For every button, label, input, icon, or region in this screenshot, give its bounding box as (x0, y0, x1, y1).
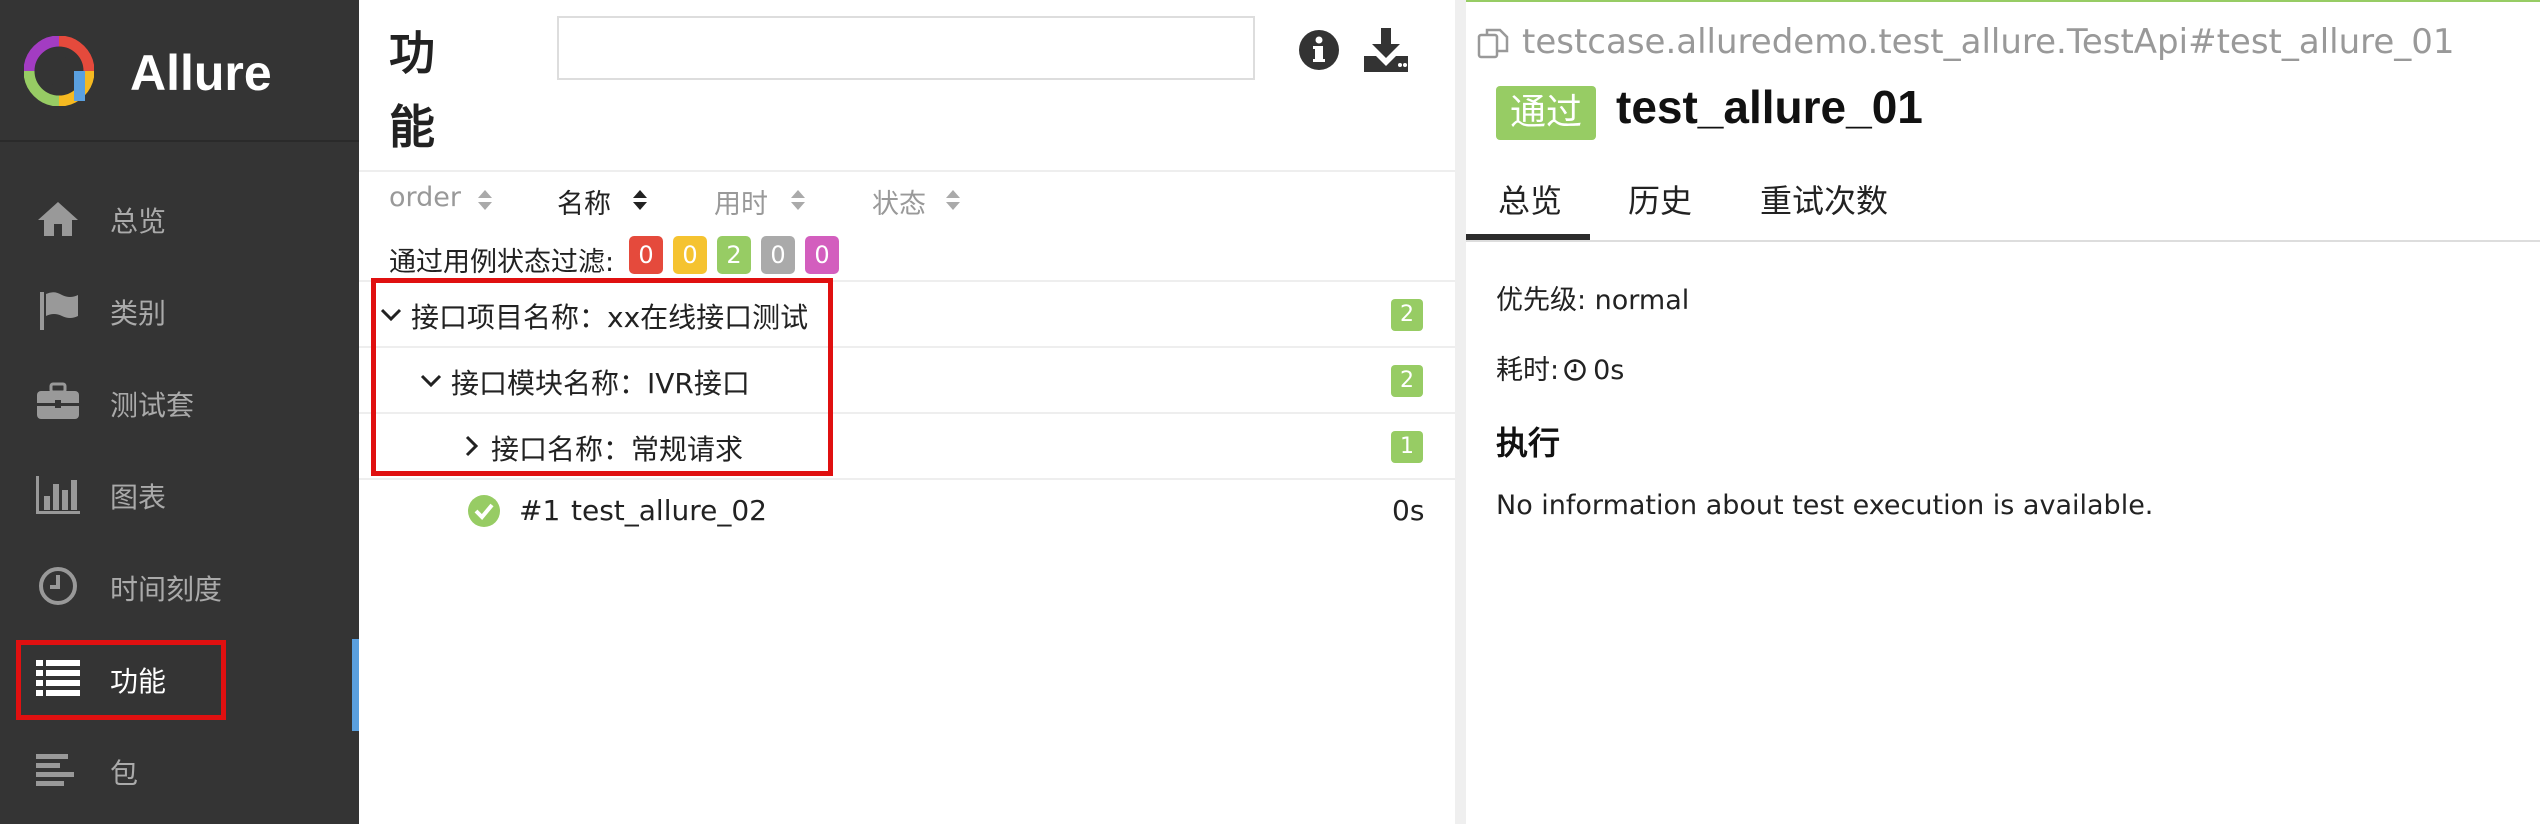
allure-logo-icon (24, 36, 94, 106)
app-name: Allure (130, 45, 272, 101)
page-title: 功能 (389, 26, 435, 154)
behaviors-pane: 功能 order 名称 用时 状态 通过用例状态过滤: 0 0 2 0 0 接口… (359, 0, 1455, 824)
filter-badge-skipped[interactable]: 0 (761, 236, 795, 274)
sort-icon[interactable] (631, 186, 649, 214)
count-badge: 2 (1391, 299, 1423, 331)
briefcase-icon (37, 382, 79, 419)
sidebar-item-suites[interactable]: 测试套 (0, 356, 359, 448)
test-case-name: test_allure_02 (571, 494, 767, 527)
highlight-box (16, 640, 226, 720)
tab-retries[interactable]: 重试次数 (1760, 176, 1888, 222)
priority-field: 优先级: normal (1496, 285, 1690, 316)
filter-badge-broken[interactable]: 0 (673, 236, 707, 274)
info-icon[interactable] (1297, 28, 1341, 72)
duration-value: 0s (1593, 355, 1625, 386)
sort-icon[interactable] (944, 186, 962, 214)
sort-order[interactable]: order (389, 182, 461, 213)
sidebar: Allure 总览 类别 测试套 图表 时间刻度 功能 包 (0, 0, 359, 824)
status-badge: 通过 (1496, 86, 1596, 140)
home-icon (38, 202, 78, 236)
bar-chart-icon (36, 476, 80, 514)
download-icon[interactable] (1362, 26, 1410, 74)
test-case-row[interactable]: #1 test_allure_02 0s (359, 478, 1455, 542)
sidebar-item-label: 包 (110, 757, 139, 790)
active-indicator (352, 639, 359, 731)
status-filter-label: 通过用例状态过滤: (389, 247, 615, 278)
sidebar-item-categories[interactable]: 类别 (0, 264, 359, 356)
sidebar-item-label: 类别 (110, 297, 167, 330)
tab-overview[interactable]: 总览 (1498, 176, 1562, 222)
sidebar-item-label: 测试套 (110, 389, 195, 422)
duration-label: 耗时: (1496, 355, 1560, 386)
filter-badge-passed[interactable]: 2 (717, 236, 751, 274)
clock-icon (1564, 359, 1586, 381)
sidebar-item-timeline[interactable]: 时间刻度 (0, 540, 359, 632)
clock-icon (39, 567, 77, 605)
logo-row[interactable]: Allure (0, 0, 359, 142)
sort-name[interactable]: 名称 (557, 182, 611, 221)
sidebar-item-graphs[interactable]: 图表 (0, 448, 359, 540)
sidebar-item-overview[interactable]: 总览 (0, 172, 359, 264)
flag-icon (40, 292, 78, 330)
tab-history[interactable]: 历史 (1628, 176, 1692, 222)
test-detail-pane: testcase.alluredemo.test_allure.TestApi#… (1466, 0, 2540, 824)
pane-splitter[interactable] (1455, 0, 1466, 824)
sidebar-item-label: 图表 (110, 481, 167, 514)
sidebar-item-packages[interactable]: 包 (0, 724, 359, 816)
filter-badge-unknown[interactable]: 0 (805, 236, 839, 274)
active-tab-indicator (1466, 234, 1590, 240)
count-badge: 1 (1391, 431, 1423, 463)
test-title: test_allure_01 (1616, 81, 1923, 133)
sidebar-item-label: 时间刻度 (110, 573, 223, 606)
align-left-icon (36, 754, 74, 786)
test-case-number: #1 (519, 494, 561, 527)
test-full-name: testcase.alluredemo.test_allure.TestApi#… (1522, 22, 2455, 62)
check-circle-icon (468, 495, 500, 527)
detail-tabs: 总览 历史 重试次数 (1466, 170, 2540, 242)
execution-empty-text: No information about test execution is a… (1496, 490, 2154, 521)
execution-title: 执行 (1496, 424, 1561, 462)
highlight-box (371, 278, 833, 476)
sort-status[interactable]: 状态 (872, 182, 926, 221)
sort-icon[interactable] (476, 186, 494, 214)
divider (359, 170, 1455, 172)
test-case-duration: 0s (1392, 494, 1425, 527)
filter-badge-failed[interactable]: 0 (629, 236, 663, 274)
sort-duration[interactable]: 用时 (714, 182, 768, 221)
copy-icon[interactable] (1476, 26, 1510, 60)
sort-icon[interactable] (789, 186, 807, 214)
count-badge: 2 (1391, 365, 1423, 397)
status-top-line (1466, 0, 2540, 2)
search-input[interactable] (557, 16, 1255, 80)
duration-field: 耗时: 0s (1496, 348, 1624, 387)
sidebar-item-label: 总览 (110, 205, 167, 238)
